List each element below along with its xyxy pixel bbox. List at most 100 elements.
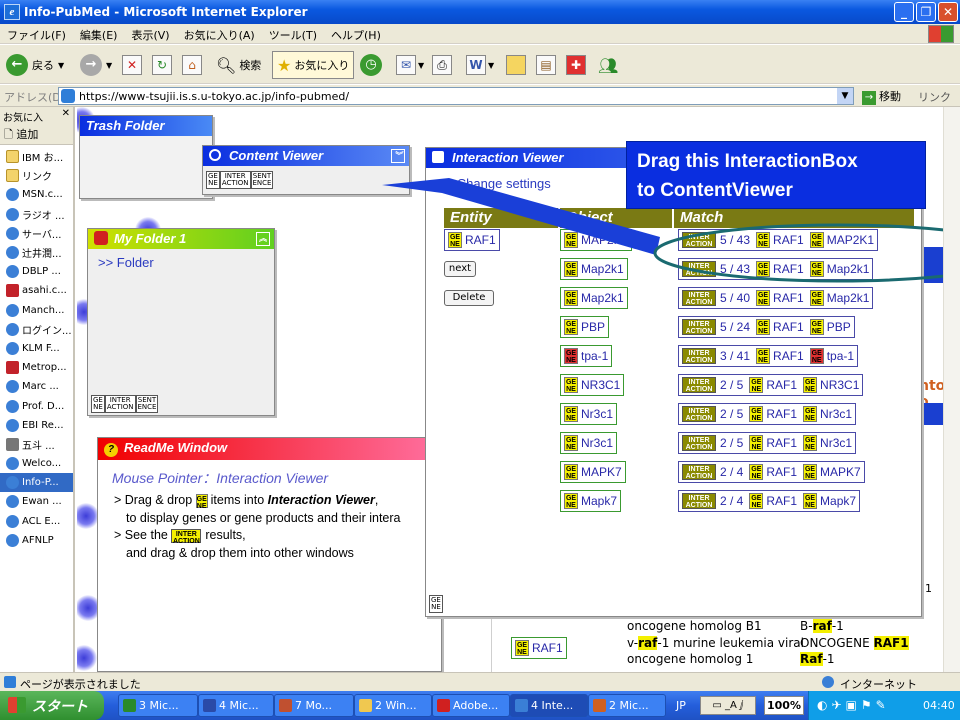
messenger-button[interactable]: ✚ bbox=[566, 51, 586, 79]
task-mozilla[interactable]: 7 Mo... bbox=[274, 694, 354, 717]
ime-toolbar[interactable]: ▭ _A ⅉ bbox=[700, 696, 756, 715]
favorite-item[interactable]: リンク bbox=[0, 166, 73, 185]
interaction-type-icon[interactable]: INTER ACTION bbox=[219, 171, 251, 189]
next-button[interactable]: next bbox=[444, 261, 476, 277]
match-chip[interactable]: INTER ACTION 2 / 5 GE NE RAF1 GE NE Nr3c1 bbox=[678, 403, 857, 425]
menu-tools[interactable]: ツール(T) bbox=[262, 24, 324, 43]
entity-chip[interactable]: GE NE RAF1 bbox=[444, 229, 500, 251]
gene-type-icon[interactable]: GE NE bbox=[206, 171, 220, 189]
vertical-scrollbar[interactable] bbox=[943, 107, 960, 672]
sentence-type-icon[interactable]: SENT ENCE bbox=[135, 395, 159, 413]
menu-help[interactable]: ヘルプ(H) bbox=[324, 24, 388, 43]
object-chip[interactable]: GE NE NR3C1 bbox=[560, 374, 625, 396]
favorite-item[interactable]: 辻井潤... bbox=[0, 243, 73, 262]
refresh-button[interactable]: ↻ bbox=[152, 51, 172, 79]
favorite-item[interactable]: Marc ... bbox=[0, 377, 73, 396]
back-button[interactable]: ← 戻る ▼ bbox=[6, 51, 64, 79]
favorite-item[interactable]: KLM F... bbox=[0, 339, 73, 358]
start-button[interactable]: スタート bbox=[0, 691, 104, 720]
object-chip[interactable]: GE NE PBP bbox=[560, 316, 610, 338]
match-chip[interactable]: INTER ACTION 2 / 5 GE NE RAF1 GE NE Nr3c1 bbox=[678, 432, 857, 454]
interaction-type-icon[interactable]: INTER ACTION bbox=[104, 395, 136, 413]
favorite-item[interactable]: ACL E... bbox=[0, 512, 73, 531]
match-chip[interactable]: INTER ACTION 5 / 43 GE NE RAF1 GE NE MAP2K1 bbox=[678, 229, 879, 251]
interaction-viewer-window[interactable]: Interaction Viewer >> Change settings En… bbox=[425, 147, 922, 617]
object-chip[interactable]: GE NE Nr3c1 bbox=[560, 432, 618, 454]
favorite-item[interactable]: IBM お... bbox=[0, 147, 73, 166]
forward-dropdown-icon[interactable]: ▼ bbox=[106, 61, 112, 70]
close-sidebar-icon[interactable]: ✕ bbox=[62, 108, 70, 119]
tray-icons[interactable]: ◐✈▣⚑✎ bbox=[817, 698, 890, 712]
task-powerpoint[interactable]: 2 Mic... bbox=[588, 694, 666, 717]
bg-gene-chip[interactable]: GE NE RAF1 bbox=[511, 637, 567, 659]
favorite-item[interactable]: Metrop... bbox=[0, 358, 73, 377]
menu-favorites[interactable]: お気に入り(A) bbox=[177, 24, 262, 43]
gene-type-icon[interactable]: GE NE bbox=[429, 595, 443, 613]
go-button[interactable]: → 移動 bbox=[862, 88, 901, 105]
task-windows[interactable]: 2 Win... bbox=[354, 694, 432, 717]
language-indicator[interactable]: JP bbox=[676, 699, 686, 712]
object-chip[interactable]: GE NE MAPK7 bbox=[560, 461, 626, 483]
add-favorite-button[interactable]: 🗋︎ 追加 bbox=[0, 123, 73, 145]
sentence-type-icon[interactable]: SENT ENCE bbox=[250, 171, 274, 189]
favorite-item[interactable]: Welco... bbox=[0, 454, 73, 473]
zoom-level[interactable]: 100% bbox=[764, 696, 804, 715]
object-chip[interactable]: GE NE tpa-1 bbox=[560, 345, 613, 367]
search-button[interactable]: 🔍︎ 検索 bbox=[216, 51, 261, 79]
readme-window[interactable]: ? ReadMe Window Mouse Pointer：Interaction… bbox=[97, 437, 442, 672]
favorites-button[interactable]: ★ お気に入り bbox=[272, 51, 355, 79]
change-settings-link[interactable]: >> Change settings bbox=[438, 176, 551, 191]
menu-edit[interactable]: 編集(E) bbox=[73, 24, 125, 43]
favorite-item[interactable]: EBI Re... bbox=[0, 416, 73, 435]
trash-folder-titlebar[interactable]: Trash Folder bbox=[80, 116, 212, 136]
object-chip[interactable]: GE NE Nr3c1 bbox=[560, 403, 618, 425]
match-chip[interactable]: INTER ACTION 5 / 40 GE NE RAF1 GE NE Map2k1 bbox=[678, 287, 874, 309]
match-chip[interactable]: INTER ACTION 2 / 4 GE NE RAF1 GE NE Mapk7 bbox=[678, 490, 861, 512]
match-chip[interactable]: INTER ACTION 5 / 24 GE NE RAF1 GE NE PBP bbox=[678, 316, 855, 338]
collapse-up-icon[interactable]: ︽ bbox=[256, 232, 270, 246]
favorite-item[interactable]: Manch... bbox=[0, 301, 73, 320]
match-chip[interactable]: INTER ACTION 2 / 5 GE NE RAF1 GE NE NR3C1 bbox=[678, 374, 864, 396]
back-dropdown-icon[interactable]: ▼ bbox=[58, 61, 64, 70]
discuss-button[interactable] bbox=[506, 51, 526, 79]
my-folder-window[interactable]: My Folder 1 ︽ >> Folder GE NEINTER ACTIONS… bbox=[87, 228, 275, 416]
address-dropdown-icon[interactable]: ▼ bbox=[837, 88, 853, 104]
favorite-item[interactable]: ログイン... bbox=[0, 320, 73, 339]
readme-titlebar[interactable]: ? ReadMe Window bbox=[98, 438, 441, 460]
gene-type-icon[interactable]: GE NE bbox=[91, 395, 105, 413]
content-viewer-window[interactable]: Content Viewer ︾ GE NEINTER ACTIONSENT ENCE bbox=[202, 145, 410, 195]
match-chip[interactable]: INTER ACTION 2 / 4 GE NE RAF1 GE NE MAPK7 bbox=[678, 461, 865, 483]
object-chip[interactable]: GE NE Map2k1 bbox=[560, 287, 628, 309]
object-chip[interactable]: GE NE MAP2K1 bbox=[560, 229, 633, 251]
task-excel[interactable]: 3 Mic... bbox=[118, 694, 198, 717]
delete-button[interactable]: Delete bbox=[444, 290, 494, 306]
address-field[interactable]: https://www-tsujii.is.s.u-tokyo.ac.jp/in… bbox=[58, 87, 854, 105]
match-chip[interactable]: INTER ACTION 5 / 43 GE NE RAF1 GE NE Map2k1 bbox=[678, 258, 874, 280]
favorite-item[interactable]: AFNLP bbox=[0, 531, 73, 550]
research-button[interactable]: ▤ bbox=[536, 51, 556, 79]
task-adobe[interactable]: Adobe... bbox=[432, 694, 510, 717]
maximize-button[interactable]: ❐ bbox=[916, 2, 936, 22]
task-internet-explorer[interactable]: 4 Inte... bbox=[510, 694, 588, 717]
task-word[interactable]: 4 Mic... bbox=[198, 694, 274, 717]
collapse-down-icon[interactable]: ︾ bbox=[391, 149, 405, 163]
favorite-item[interactable]: Prof. D... bbox=[0, 396, 73, 415]
folder-link[interactable]: >> Folder bbox=[98, 255, 154, 270]
object-chip[interactable]: GE NE Mapk7 bbox=[560, 490, 622, 512]
favorite-item[interactable]: asahi.c... bbox=[0, 281, 73, 300]
menu-file[interactable]: ファイル(F) bbox=[0, 24, 73, 43]
object-chip[interactable]: GE NE Map2k1 bbox=[560, 258, 628, 280]
mail-dropdown-icon[interactable]: ▼ bbox=[418, 61, 424, 70]
history-button[interactable]: ◷ bbox=[360, 51, 382, 79]
favorite-item[interactable]: Ewan ... bbox=[0, 492, 73, 511]
minimize-button[interactable]: _ bbox=[894, 2, 914, 22]
trash-folder-window[interactable]: Trash Folder bbox=[79, 115, 213, 199]
edit-dropdown-icon[interactable]: ▼ bbox=[488, 61, 494, 70]
favorite-item[interactable]: ラジオ ... bbox=[0, 205, 73, 224]
match-chip[interactable]: INTER ACTION 3 / 41 GE NE RAF1 GE NE tpa-1 bbox=[678, 345, 859, 367]
people-button[interactable]: 👥︎ bbox=[598, 51, 618, 79]
links-button[interactable]: リンク bbox=[918, 89, 951, 105]
menu-view[interactable]: 表示(V) bbox=[124, 24, 176, 43]
close-window-button[interactable]: ✕ bbox=[938, 2, 958, 22]
forward-button[interactable]: → ▼ bbox=[80, 51, 112, 79]
